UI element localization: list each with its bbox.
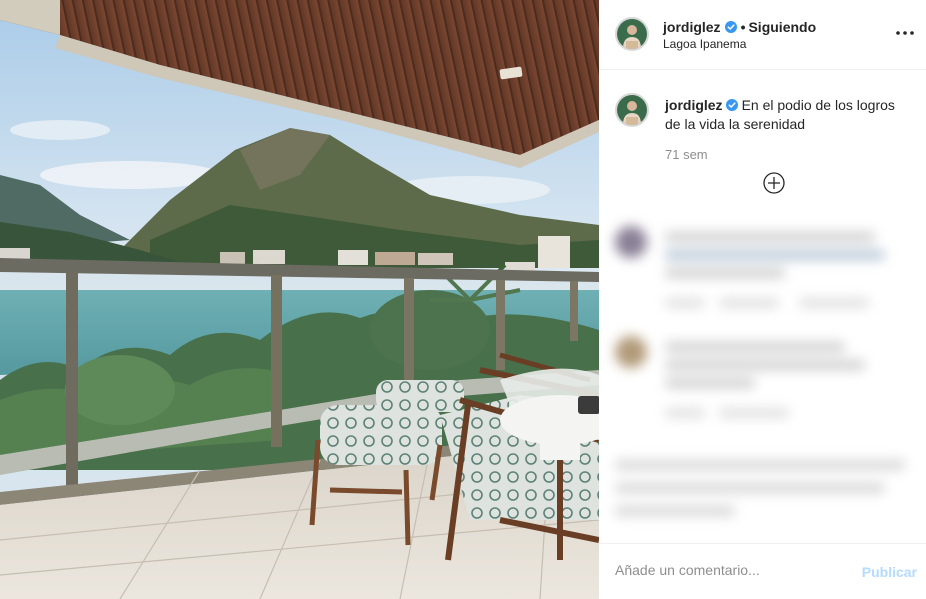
- username-link[interactable]: jordiglez: [663, 19, 721, 35]
- comment-line: [665, 378, 755, 388]
- more-options-icon[interactable]: [894, 22, 916, 44]
- comment-meta: [719, 408, 789, 418]
- comment-line: [615, 460, 905, 470]
- profile-picture-icon: [617, 19, 647, 49]
- comment-line: [665, 268, 785, 278]
- balcony-lake-mountain-image: [0, 0, 599, 599]
- verified-badge-icon: [725, 99, 738, 111]
- comment-line: [665, 232, 875, 242]
- comment-avatar: [615, 226, 647, 258]
- add-comment-bar: Publicar: [599, 543, 926, 599]
- comments-list: [599, 198, 926, 543]
- profile-picture-icon: [617, 95, 647, 125]
- load-more-comments-icon[interactable]: [763, 172, 785, 194]
- post-header: jordiglez • Siguiendo Lagoa Ipanema: [599, 0, 926, 70]
- post-photo[interactable]: [0, 0, 599, 599]
- caption-username-link[interactable]: jordiglez: [665, 97, 723, 113]
- comment-meta: [799, 298, 869, 308]
- comment-meta: [665, 408, 705, 418]
- comment-line: [665, 360, 865, 370]
- comment-line: [665, 250, 885, 260]
- comment-meta: [719, 298, 779, 308]
- comment-input[interactable]: [615, 562, 845, 578]
- avatar[interactable]: [615, 17, 649, 51]
- following-button[interactable]: Siguiendo: [748, 19, 816, 35]
- comment-line: [665, 342, 845, 352]
- publish-button[interactable]: Publicar: [862, 564, 917, 580]
- comment-line: [615, 483, 885, 493]
- comment-avatar: [615, 336, 647, 368]
- caption: jordiglez En el podio de los logros de l…: [665, 96, 910, 134]
- location-link[interactable]: Lagoa Ipanema: [663, 37, 746, 51]
- header-user-line: jordiglez • Siguiendo: [663, 19, 816, 35]
- comment-meta: [665, 298, 705, 308]
- comment-line: [615, 506, 735, 516]
- separator-dot: •: [740, 19, 746, 35]
- post-side-panel: jordiglez • Siguiendo Lagoa Ipanema jord…: [599, 0, 926, 599]
- post-timestamp[interactable]: 71 sem: [665, 147, 708, 162]
- blurred-comments: [599, 198, 926, 543]
- caption-avatar[interactable]: [615, 93, 649, 127]
- verified-badge-icon: [724, 21, 737, 33]
